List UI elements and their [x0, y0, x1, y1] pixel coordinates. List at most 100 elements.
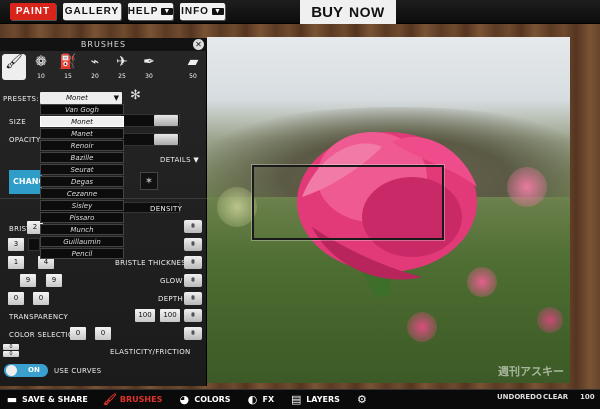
chevron-down-icon: ▼: [161, 8, 174, 15]
transparency-max-box[interactable]: 100: [160, 309, 180, 322]
brush-tool-icon[interactable]: 🖌: [2, 54, 26, 80]
save-share-label: SAVE & SHARE: [22, 395, 88, 404]
preset-option[interactable]: Cezanne: [40, 188, 124, 199]
redo-button[interactable]: REDO: [520, 393, 542, 401]
close-icon[interactable]: ✕: [193, 39, 204, 50]
help-menu-button[interactable]: HELP ▼: [128, 3, 174, 20]
fx-tab-button[interactable]: ◐ FX: [247, 393, 275, 406]
preset-option[interactable]: Seurat: [40, 164, 124, 175]
preset-option[interactable]: Guillaumin: [40, 236, 124, 247]
color-max-box[interactable]: 0: [95, 327, 111, 340]
mini-slider[interactable]: [28, 238, 40, 251]
bokeh: [507, 167, 547, 207]
now-label: NOW: [348, 4, 385, 20]
preset-option[interactable]: Van Gogh: [40, 104, 124, 115]
palette-icon: ◕: [179, 393, 190, 406]
presets-select[interactable]: Monet ▼: [40, 92, 122, 104]
wave-curve-button[interactable]: ⩩: [184, 327, 202, 340]
preset-option[interactable]: Degas: [40, 176, 124, 187]
bokeh: [217, 187, 257, 227]
settings-button[interactable]: ⚙: [356, 393, 368, 406]
preset-option[interactable]: Munch: [40, 224, 124, 235]
pen-icon: ✒: [143, 54, 155, 70]
gallery-menu-button[interactable]: GALLERY: [63, 3, 121, 20]
eraser-icon: ▰: [187, 54, 199, 70]
tool-size: 10: [37, 73, 45, 80]
use-curves-toggle[interactable]: ON: [4, 364, 48, 377]
size-slider-handle[interactable]: [154, 115, 178, 126]
wave-curve-button[interactable]: ⩩: [184, 292, 202, 305]
preset-selected-value: Monet: [66, 94, 88, 102]
bokeh: [407, 312, 437, 342]
brushes-label: BRUSHES: [119, 395, 163, 404]
preset-option[interactable]: Pissaro: [40, 212, 124, 223]
pen-tool-icon[interactable]: ✒ 30: [137, 54, 161, 80]
wave-curve-button[interactable]: ⩩: [184, 274, 202, 287]
tool-size: 50: [189, 73, 197, 80]
transparency-label: TRANSPARENCY: [9, 313, 69, 321]
wave-curve-button[interactable]: ⩩: [184, 238, 202, 251]
tool-size: 30: [145, 73, 153, 80]
brush-icon: 🖌: [102, 393, 117, 406]
preset-option[interactable]: Renoir: [40, 140, 124, 151]
wave-curve-button[interactable]: ⩩: [184, 309, 202, 322]
chevron-down-icon: ▼: [113, 94, 119, 102]
eraser-tool-icon[interactable]: ▰ 50: [181, 54, 205, 80]
tool-size: 15: [64, 73, 72, 80]
brush-preview-icon: ✶: [140, 172, 158, 190]
depth-min-box[interactable]: 0: [8, 292, 24, 305]
paint-menu-button[interactable]: PAINT: [10, 3, 56, 20]
depth-label: DEPTH: [158, 295, 184, 303]
spray-tool-icon[interactable]: ⌁ 20: [83, 54, 107, 80]
gallery-label: GALLERY: [64, 6, 120, 17]
preset-option-selected[interactable]: Monet: [40, 116, 124, 127]
buy-label: BUY: [311, 3, 343, 21]
preset-option[interactable]: Bazille: [40, 152, 124, 163]
info-label: INFO: [181, 6, 209, 17]
colors-label: COLORS: [194, 395, 231, 404]
wave-curve-button[interactable]: ⩩: [184, 220, 202, 233]
bristle-min-box[interactable]: 1: [8, 256, 24, 269]
value-box[interactable]: 3: [8, 238, 24, 251]
airbrush-tool-icon[interactable]: ✈ 25: [110, 54, 134, 80]
size-label: SIZE: [9, 118, 26, 126]
fx-label: FX: [262, 395, 275, 404]
bokeh: [537, 307, 563, 333]
glow-label: GLOW: [160, 277, 183, 285]
preset-option[interactable]: Pencil: [40, 248, 124, 259]
details-toggle[interactable]: DETAILS ▼: [160, 156, 199, 164]
tool-size: 25: [118, 73, 126, 80]
layers-label: LAYERS: [306, 395, 340, 404]
depth-max-box[interactable]: 0: [33, 292, 49, 305]
transparency-min-box[interactable]: 100: [135, 309, 155, 322]
undo-button[interactable]: UNDO: [497, 393, 520, 401]
layers-tab-button[interactable]: ▤ LAYERS: [290, 393, 340, 406]
info-menu-button[interactable]: INFO ▼: [180, 3, 225, 20]
preset-option[interactable]: Sisley: [40, 200, 124, 211]
preset-settings-icon[interactable]: ✻: [130, 88, 141, 103]
brushes-tab-button[interactable]: 🖌 BRUSHES: [102, 393, 163, 406]
brush-selection-box[interactable]: [252, 165, 444, 240]
fx-icon: ◐: [247, 393, 258, 406]
glow-min-box[interactable]: 9: [20, 274, 36, 287]
watermark-text: 週刊アスキー: [498, 365, 564, 378]
elasticity-max-box[interactable]: 0: [3, 351, 19, 357]
chevron-down-icon: ▼: [211, 8, 224, 15]
bucket-icon: ⛽: [59, 54, 77, 70]
painting-canvas[interactable]: 週刊アスキー: [207, 37, 570, 383]
buy-now-button[interactable]: BUY NOW: [300, 0, 396, 24]
glow-max-box[interactable]: 9: [46, 274, 62, 287]
change-brush-button[interactable]: CHANGE: [9, 170, 42, 194]
clear-button[interactable]: CLEAR: [543, 393, 568, 401]
wave-curve-button[interactable]: ⩩: [184, 256, 202, 269]
color-min-box[interactable]: 0: [70, 327, 86, 340]
airbrush-icon: ✈: [116, 54, 128, 70]
bucket-tool-icon[interactable]: ⛽ 15: [56, 54, 80, 80]
preset-option[interactable]: Manet: [40, 128, 124, 139]
sponge-tool-icon[interactable]: ❁ 10: [29, 54, 53, 80]
save-share-button[interactable]: ▬ SAVE & SHARE: [6, 393, 88, 406]
spray-icon: ⌁: [90, 54, 100, 70]
elasticity-min-box[interactable]: 0: [3, 344, 19, 350]
colors-tab-button[interactable]: ◕ COLORS: [178, 393, 231, 406]
opacity-slider-handle[interactable]: [154, 134, 178, 145]
